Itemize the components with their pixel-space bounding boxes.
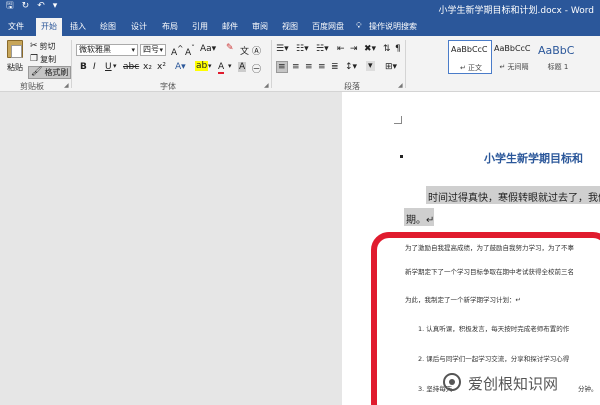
chevron-down-icon: ▾ xyxy=(159,46,163,54)
ribbon: 粘贴 ✂ 剪切 ❐ 复制 🖌︎ 格式刷 剪贴板 ◢ 微软雅黑 ▾ 四号 ▾ A^… xyxy=(0,36,600,92)
chevron-down-icon: ▾ xyxy=(131,46,135,54)
title-bar: 🖫 ↻ ↶ ▾ 小学生新学期目标和计划.docx - Word xyxy=(0,0,600,18)
lightbulb-icon: 💡︎ xyxy=(356,21,362,30)
char-shading-icon[interactable]: A xyxy=(238,62,247,72)
tab-baidu-netdisk[interactable]: 百度网盘 xyxy=(312,21,344,32)
grow-font-icon[interactable]: A^ xyxy=(171,44,183,58)
text-effects-icon[interactable]: A▾ xyxy=(175,62,186,72)
tab-design[interactable]: 设计 xyxy=(131,21,147,32)
group-divider xyxy=(405,40,406,88)
style-normal[interactable]: AaBbCcC ↵ 正文 xyxy=(448,40,492,74)
copy-button[interactable]: ❐ 复制 xyxy=(30,54,56,65)
paste-button[interactable]: 粘贴 xyxy=(4,40,26,76)
clear-formatting-icon[interactable]: ✎ xyxy=(226,43,234,53)
document-title: 小学生新学期目标和计划.docx - Word xyxy=(438,6,594,16)
style-no-spacing[interactable]: AaBbCcC ↵ 无间隔 xyxy=(492,40,536,74)
show-marks-icon[interactable]: ¶ xyxy=(395,44,401,54)
font-color-icon[interactable]: A xyxy=(218,62,225,74)
group-divider xyxy=(271,40,272,88)
document-line: 2. 课后与同学们一起学习交流，分享和探讨学习心得 xyxy=(418,355,570,363)
save-icon[interactable]: 🖫 xyxy=(6,2,14,11)
tab-view[interactable]: 视图 xyxy=(282,21,298,32)
superscript-icon[interactable]: x² xyxy=(157,62,166,72)
sort-icon[interactable]: ⇅ xyxy=(383,44,391,54)
bold-icon[interactable]: B xyxy=(80,62,87,72)
paragraph-text: 期。↵ xyxy=(406,215,435,226)
style-heading-1[interactable]: AaBbC 标题 1 xyxy=(536,40,580,74)
highlight-icon[interactable]: ab xyxy=(195,61,209,71)
paragraph-text: 时间过得真快，寒假转眼就过去了，我们 xyxy=(428,193,600,204)
distributed-icon[interactable]: ≣ xyxy=(331,62,339,72)
tab-draw[interactable]: 绘图 xyxy=(100,21,116,32)
quick-access-toolbar: 🖫 ↻ ↶ ▾ xyxy=(6,2,57,11)
phonetic-guide-icon[interactable]: 文 xyxy=(240,44,249,57)
italic-icon[interactable]: I xyxy=(93,62,96,72)
tell-me-search[interactable]: 操作说明搜索 xyxy=(369,21,417,32)
tab-references[interactable]: 引用 xyxy=(192,21,208,32)
enclose-char-icon[interactable]: Ⓐ xyxy=(252,44,261,57)
multilevel-list-icon[interactable]: ☵▾ xyxy=(316,44,329,54)
strikethrough-icon[interactable]: abc xyxy=(123,62,139,72)
copy-icon: ❐ xyxy=(30,54,39,64)
underline-icon[interactable]: U xyxy=(105,62,112,72)
align-center-icon[interactable]: ≡ xyxy=(292,62,300,72)
subscript-icon[interactable]: x₂ xyxy=(143,62,152,72)
group-divider xyxy=(71,40,72,88)
bullets-icon[interactable]: ☰▾ xyxy=(276,44,289,54)
tab-home[interactable]: 开始 xyxy=(36,18,62,36)
numbering-icon[interactable]: ☷▾ xyxy=(296,44,309,54)
document-line: 为了激励自我提高成绩，为了鼓励自我努力学习，为了不辜 xyxy=(405,244,574,252)
shrink-font-icon[interactable]: Aˇ xyxy=(185,44,195,58)
undo-icon[interactable]: ↶ xyxy=(37,2,45,11)
font-name-combo[interactable]: 微软雅黑 ▾ xyxy=(76,44,138,56)
underline-dropdown-icon[interactable]: ▾ xyxy=(113,62,117,70)
font-launcher-icon[interactable]: ◢ xyxy=(264,82,269,89)
increase-indent-icon[interactable]: ⇥ xyxy=(350,44,358,54)
format-painter-button[interactable]: 🖌︎ 格式刷 xyxy=(28,66,72,79)
tab-file[interactable]: 文件 xyxy=(8,21,24,32)
borders-icon[interactable]: ⊞▾ xyxy=(385,62,397,72)
chinese-layout-icon[interactable]: ✖▾ xyxy=(364,44,376,54)
align-left-icon[interactable]: ≡ xyxy=(276,61,288,73)
tab-mailings[interactable]: 邮件 xyxy=(222,21,238,32)
highlight-dropdown-icon[interactable]: ▾ xyxy=(208,62,212,70)
font-size-combo[interactable]: 四号 ▾ xyxy=(140,44,166,56)
clipboard-icon xyxy=(7,40,23,58)
font-group-label: 字体 xyxy=(160,82,176,91)
tab-layout[interactable]: 布局 xyxy=(162,21,178,32)
clipboard-launcher-icon[interactable]: ◢ xyxy=(64,82,69,89)
shading-icon[interactable]: ▾ xyxy=(366,61,375,71)
document-line: 分钟。 xyxy=(578,385,598,393)
paintbrush-icon: 🖌︎ xyxy=(31,67,43,77)
document-heading: 小学生新学期目标和 xyxy=(484,152,583,165)
change-case-icon[interactable]: Aa▾ xyxy=(200,44,216,54)
tab-insert[interactable]: 插入 xyxy=(70,21,86,32)
paragraph-mark xyxy=(400,155,403,158)
paragraph-group-label: 段落 xyxy=(344,82,360,91)
document-line: 新学期定下了一个学习目标争取在期中考试获得全校前三名 xyxy=(405,268,574,276)
ribbon-tabs: 文件 开始 插入 绘图 设计 布局 引用 邮件 审阅 视图 百度网盘 💡︎ 操作… xyxy=(0,18,600,36)
document-line: 1. 认真听课，积极发言，每天按时完成老师布置的作 xyxy=(418,325,570,333)
watermark-text: 爱创根知识网 xyxy=(468,375,559,393)
redo-icon[interactable]: ↻ xyxy=(22,2,30,11)
char-border-icon[interactable]: ㊀ xyxy=(252,62,261,75)
page-margin-corner xyxy=(394,116,402,124)
document-line: 为此，我制定了一个新学期学习计划：↵ xyxy=(405,296,521,304)
customize-qat-icon[interactable]: ▾ xyxy=(53,2,58,11)
clipboard-group-label: 剪贴板 xyxy=(20,82,44,91)
font-color-dropdown-icon[interactable]: ▾ xyxy=(228,62,232,70)
align-right-icon[interactable]: ≡ xyxy=(305,62,313,72)
scissors-icon: ✂ xyxy=(30,41,38,51)
cut-button[interactable]: ✂ 剪切 xyxy=(30,41,56,52)
decrease-indent-icon[interactable]: ⇤ xyxy=(337,44,345,54)
paragraph-launcher-icon[interactable]: ◢ xyxy=(398,82,403,89)
justify-icon[interactable]: ≡ xyxy=(318,62,326,72)
watermark-logo-icon xyxy=(443,373,461,391)
line-spacing-icon[interactable]: ↕▾ xyxy=(345,62,357,72)
tab-review[interactable]: 审阅 xyxy=(252,21,268,32)
